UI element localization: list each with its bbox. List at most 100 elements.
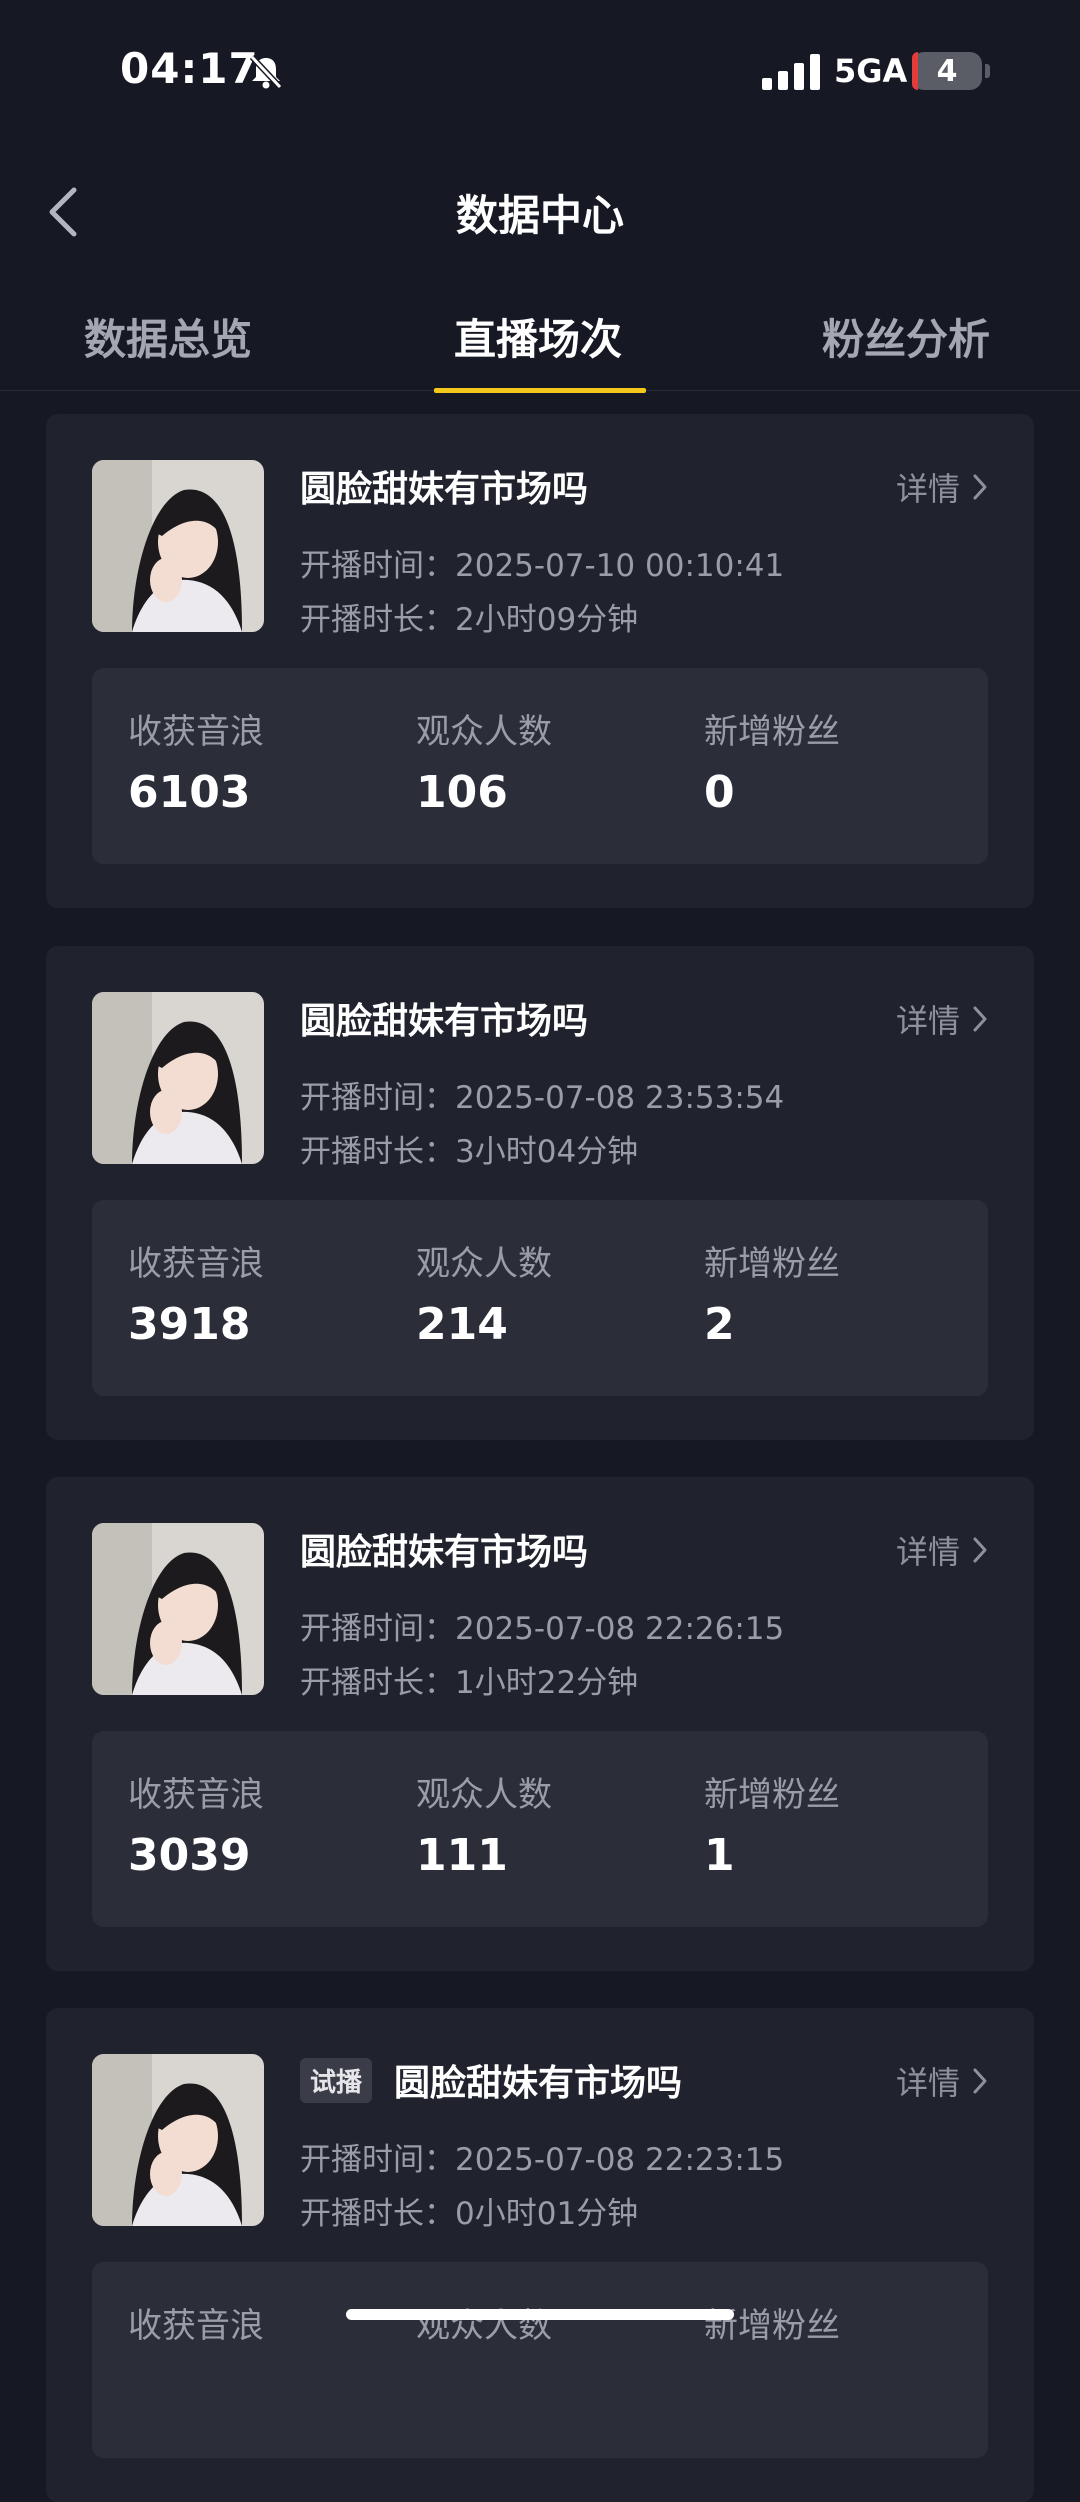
stat-label: 收获音浪 <box>128 712 264 752</box>
stat-label: 观众人数 <box>416 1244 552 1284</box>
stat-value: 2 <box>704 1299 735 1350</box>
stat-label: 观众人数 <box>416 2306 552 2346</box>
start-time: 开播时间：2025-07-08 23:53:54 <box>300 1072 784 1117</box>
start-time-label: 开播时间： <box>300 548 455 584</box>
session-title: 圆脸甜妹有市场吗 <box>300 1001 589 1042</box>
session-title: 圆脸甜妹有市场吗 <box>300 1532 589 1573</box>
stat-label: 新增粉丝 <box>704 1244 840 1284</box>
start-time-label: 开播时间： <box>300 2142 455 2178</box>
chevron-right-icon <box>973 1537 987 1563</box>
stat-value: 3039 <box>128 1830 251 1881</box>
session-cover-image <box>92 2054 264 2226</box>
stat-income: 收获音浪 3039 <box>128 1767 264 1881</box>
tab-overview[interactable]: 数据总览 <box>84 306 252 367</box>
detail-label: 详情 <box>895 1002 960 1040</box>
network-label: 5GA <box>834 52 908 90</box>
trial-badge: 试播 <box>300 2057 373 2103</box>
session-title-row: 圆脸甜妹有市场吗 <box>300 460 588 512</box>
session-stats: 收获音浪 3918 观众人数 214 新增粉丝 2 <box>92 1200 988 1396</box>
start-time-label: 开播时间： <box>300 1611 455 1647</box>
stat-value: 214 <box>416 1299 508 1350</box>
stat-new-fans: 新增粉丝 <box>704 2298 840 2361</box>
duration-label: 开播时长： <box>300 602 455 638</box>
start-time: 开播时间：2025-07-08 22:26:15 <box>300 1603 784 1648</box>
detail-link[interactable]: 详情 <box>896 996 988 1042</box>
start-time-value: 2025-07-08 23:53:54 <box>455 1080 785 1116</box>
stat-label: 收获音浪 <box>128 1244 264 1284</box>
tab-bar: 数据总览 直播场次 粉丝分析 <box>0 296 1080 391</box>
stat-label: 观众人数 <box>416 1775 552 1815</box>
duration-value: 0小时01分钟 <box>455 2196 639 2232</box>
session-title-row: 圆脸甜妹有市场吗 <box>300 992 588 1044</box>
detail-link[interactable]: 详情 <box>896 1527 988 1573</box>
stat-value: 0 <box>704 767 735 818</box>
session-card[interactable]: 圆脸甜妹有市场吗 详情 开播时间：2025-07-08 22:26:15 开播时… <box>46 1477 1034 1971</box>
stat-label: 新增粉丝 <box>704 1775 840 1815</box>
duration-value: 1小时22分钟 <box>455 1665 639 1701</box>
stat-income: 收获音浪 6103 <box>128 704 264 818</box>
chevron-right-icon <box>973 2068 987 2094</box>
start-time-label: 开播时间： <box>300 1080 455 1116</box>
session-stats: 收获音浪 3039 观众人数 111 新增粉丝 1 <box>92 1731 988 1927</box>
stat-label: 收获音浪 <box>128 1775 264 1815</box>
session-cover-image <box>92 460 264 632</box>
stat-value: 111 <box>416 1830 508 1881</box>
duration-label: 开播时长： <box>300 1665 455 1701</box>
battery-icon: 4 <box>912 52 982 90</box>
session-title-row: 试播 圆脸甜妹有市场吗 <box>300 2054 682 2106</box>
stat-viewers: 观众人数 111 <box>416 1767 552 1881</box>
stat-label: 收获音浪 <box>128 2306 264 2346</box>
start-time-value: 2025-07-08 22:23:15 <box>455 2142 785 2178</box>
status-time: 04:17 <box>120 44 259 93</box>
stat-income: 收获音浪 3918 <box>128 1236 264 1350</box>
session-stats: 收获音浪 观众人数 新增粉丝 <box>92 2262 988 2458</box>
tab-active-indicator <box>434 388 646 393</box>
duration: 开播时长：2小时09分钟 <box>300 594 638 639</box>
tab-fan-analysis[interactable]: 粉丝分析 <box>822 306 990 367</box>
stat-value: 6103 <box>128 767 251 818</box>
page-title: 数据中心 <box>455 191 624 240</box>
stat-value: 106 <box>416 767 508 818</box>
start-time: 开播时间：2025-07-10 00:10:41 <box>300 540 784 585</box>
detail-link[interactable]: 详情 <box>896 464 988 510</box>
detail-label: 详情 <box>895 1533 960 1571</box>
duration-value: 2小时09分钟 <box>455 602 639 638</box>
home-indicator[interactable] <box>346 2309 734 2320</box>
duration: 开播时长：1小时22分钟 <box>300 1657 638 1702</box>
battery-tip <box>985 64 990 78</box>
stat-new-fans: 新增粉丝 2 <box>704 1236 840 1350</box>
battery-level: 4 <box>936 54 958 89</box>
stat-value: 1 <box>704 1830 735 1881</box>
duration-label: 开播时长： <box>300 1134 455 1170</box>
stat-label: 观众人数 <box>416 712 552 752</box>
stat-income: 收获音浪 <box>128 2298 264 2361</box>
stat-value: 3918 <box>128 1299 251 1350</box>
duration-value: 3小时04分钟 <box>455 1134 639 1170</box>
stat-viewers: 观众人数 214 <box>416 1236 552 1350</box>
detail-link[interactable]: 详情 <box>896 2058 988 2104</box>
start-time-value: 2025-07-08 22:26:15 <box>455 1611 785 1647</box>
duration-label: 开播时长： <box>300 2196 455 2232</box>
stat-new-fans: 新增粉丝 0 <box>704 704 840 818</box>
stat-label: 新增粉丝 <box>704 712 840 752</box>
session-card[interactable]: 试播 圆脸甜妹有市场吗 详情 开播时间：2025-07-08 22:23:15 … <box>46 2008 1034 2502</box>
session-title: 圆脸甜妹有市场吗 <box>394 2063 683 2104</box>
session-cover-image <box>92 1523 264 1695</box>
stat-viewers: 观众人数 106 <box>416 704 552 818</box>
session-title: 圆脸甜妹有市场吗 <box>300 469 589 510</box>
session-card[interactable]: 圆脸甜妹有市场吗 详情 开播时间：2025-07-08 23:53:54 开播时… <box>46 946 1034 1440</box>
detail-label: 详情 <box>895 470 960 508</box>
stat-label: 新增粉丝 <box>704 2306 840 2346</box>
stat-new-fans: 新增粉丝 1 <box>704 1767 840 1881</box>
duration: 开播时长：0小时01分钟 <box>300 2188 638 2233</box>
detail-label: 详情 <box>895 2064 960 2102</box>
chevron-right-icon <box>973 474 987 500</box>
session-stats: 收获音浪 6103 观众人数 106 新增粉丝 0 <box>92 668 988 864</box>
bell-muted-icon <box>249 54 283 90</box>
start-time-value: 2025-07-10 00:10:41 <box>455 548 785 584</box>
stat-viewers: 观众人数 <box>416 2298 552 2361</box>
chevron-right-icon <box>973 1006 987 1032</box>
tab-live-sessions[interactable]: 直播场次 <box>454 306 622 367</box>
session-card[interactable]: 圆脸甜妹有市场吗 详情 开播时间：2025-07-10 00:10:41 开播时… <box>46 414 1034 908</box>
start-time: 开播时间：2025-07-08 22:23:15 <box>300 2134 784 2179</box>
